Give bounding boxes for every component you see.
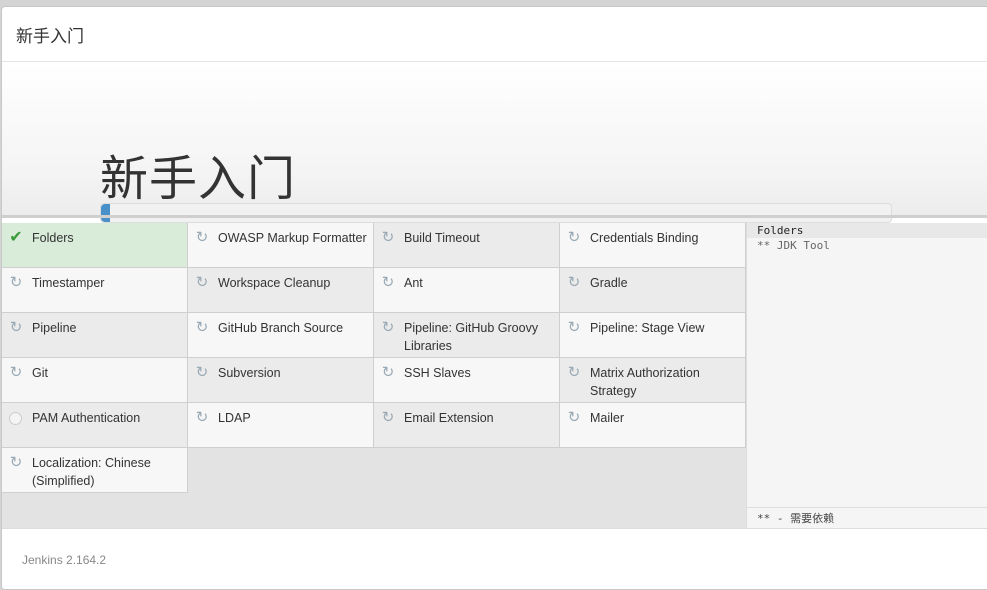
refresh-icon: ↻ — [381, 229, 395, 246]
plugin-label: Ant — [404, 276, 423, 290]
divider — [2, 215, 987, 218]
plugin-label: Pipeline — [32, 321, 77, 335]
setup-dialog: 新手入门 新手入门 ✔ Folders ↻ OWASP Markup Formatte… — [1, 6, 987, 590]
plugin-item: ↻ Email Extension — [374, 403, 560, 448]
plugin-label: PAM Authentication — [32, 411, 141, 425]
plugin-item: ↻ Subversion — [188, 358, 374, 403]
plugin-item: PAM Authentication — [2, 403, 188, 448]
install-progress-bar — [100, 203, 892, 223]
plugin-item: ↻ Git — [2, 358, 188, 403]
hero-section: 新手入门 — [2, 63, 987, 223]
plugin-item: ↻ Pipeline: GitHub Groovy Libraries — [374, 313, 560, 358]
plugin-grid: ✔ Folders ↻ OWASP Markup Formatter ↻ Build Ti… — [2, 223, 746, 529]
plugin-label: Folders — [32, 231, 74, 245]
refresh-icon: ↻ — [567, 274, 581, 291]
refresh-icon: ↻ — [567, 319, 581, 336]
plugin-label: OWASP Markup Formatter — [218, 231, 367, 245]
plugin-label: Gradle — [590, 276, 628, 290]
plugin-item: ↻ SSH Slaves — [374, 358, 560, 403]
plugin-label: Timestamper — [32, 276, 105, 290]
dialog-header: 新手入门 — [2, 7, 987, 62]
refresh-icon: ↻ — [567, 364, 581, 381]
plugin-item: ↻ Mailer — [560, 403, 746, 448]
plugin-item: ↻ Workspace Cleanup — [188, 268, 374, 313]
plugin-item: ↻ Gradle — [560, 268, 746, 313]
install-log[interactable]: Folders ** JDK Tool ** - 需要依赖 — [746, 223, 987, 529]
plugin-item: ↻ Localization: Chinese (Simplified) — [2, 448, 188, 493]
refresh-icon: ↻ — [381, 319, 395, 336]
plugin-label: Mailer — [590, 411, 625, 425]
dialog-footer: Jenkins 2.164.2 — [2, 528, 987, 589]
refresh-icon: ↻ — [9, 364, 23, 381]
plugin-label: Pipeline: Stage View — [590, 321, 705, 335]
plugin-item: ↻ OWASP Markup Formatter — [188, 223, 374, 268]
refresh-icon: ↻ — [195, 364, 209, 381]
refresh-icon: ↻ — [195, 229, 209, 246]
plugin-item: ↻ Pipeline — [2, 313, 188, 358]
plugin-label: Credentials Binding — [590, 231, 699, 245]
plugin-item: ↻ Credentials Binding — [560, 223, 746, 268]
plugin-item: ↻ Timestamper — [2, 268, 188, 313]
plugin-label: SSH Slaves — [404, 366, 471, 380]
plugin-label: GitHub Branch Source — [218, 321, 344, 335]
plugin-label: Build Timeout — [404, 231, 480, 245]
refresh-icon: ↻ — [567, 229, 581, 246]
plugin-label: Localization: Chinese (Simplified) — [32, 456, 151, 488]
plugin-item: ↻ Ant — [374, 268, 560, 313]
refresh-icon: ↻ — [195, 409, 209, 426]
plugin-item: ↻ LDAP — [188, 403, 374, 448]
log-line: ** JDK Tool — [757, 239, 830, 252]
plugin-label: Git — [32, 366, 48, 380]
plugin-item: ✔ Folders — [2, 223, 188, 268]
refresh-icon: ↻ — [9, 319, 23, 336]
refresh-icon: ↻ — [381, 409, 395, 426]
dialog-title: 新手入门 — [16, 26, 84, 46]
log-line: Folders — [747, 223, 987, 238]
jenkins-version: Jenkins 2.164.2 — [22, 553, 107, 567]
refresh-icon: ↻ — [567, 409, 581, 426]
refresh-icon: ↻ — [9, 454, 23, 471]
plugin-item: ↻ Pipeline: Stage View — [560, 313, 746, 358]
plugin-label: Email Extension — [404, 411, 494, 425]
plugin-label: Subversion — [218, 366, 281, 380]
plugin-label: LDAP — [218, 411, 251, 425]
log-legend: ** - 需要依赖 — [747, 507, 987, 529]
plugin-label: Matrix Authorization Strategy — [590, 366, 700, 398]
check-icon: ✔ — [9, 229, 23, 246]
plugin-label: Workspace Cleanup — [218, 276, 331, 290]
plugin-item: ↻ GitHub Branch Source — [188, 313, 374, 358]
plugin-item: ↻ Build Timeout — [374, 223, 560, 268]
refresh-icon: ↻ — [195, 319, 209, 336]
circle-icon — [9, 412, 22, 425]
install-progress-fill — [101, 204, 111, 222]
refresh-icon: ↻ — [381, 364, 395, 381]
plugin-item: ↻ Matrix Authorization Strategy — [560, 358, 746, 403]
refresh-icon: ↻ — [9, 274, 23, 291]
plugin-label: Pipeline: GitHub Groovy Libraries — [404, 321, 539, 353]
refresh-icon: ↻ — [195, 274, 209, 291]
hero-title: 新手入门 — [100, 153, 297, 206]
refresh-icon: ↻ — [381, 274, 395, 291]
